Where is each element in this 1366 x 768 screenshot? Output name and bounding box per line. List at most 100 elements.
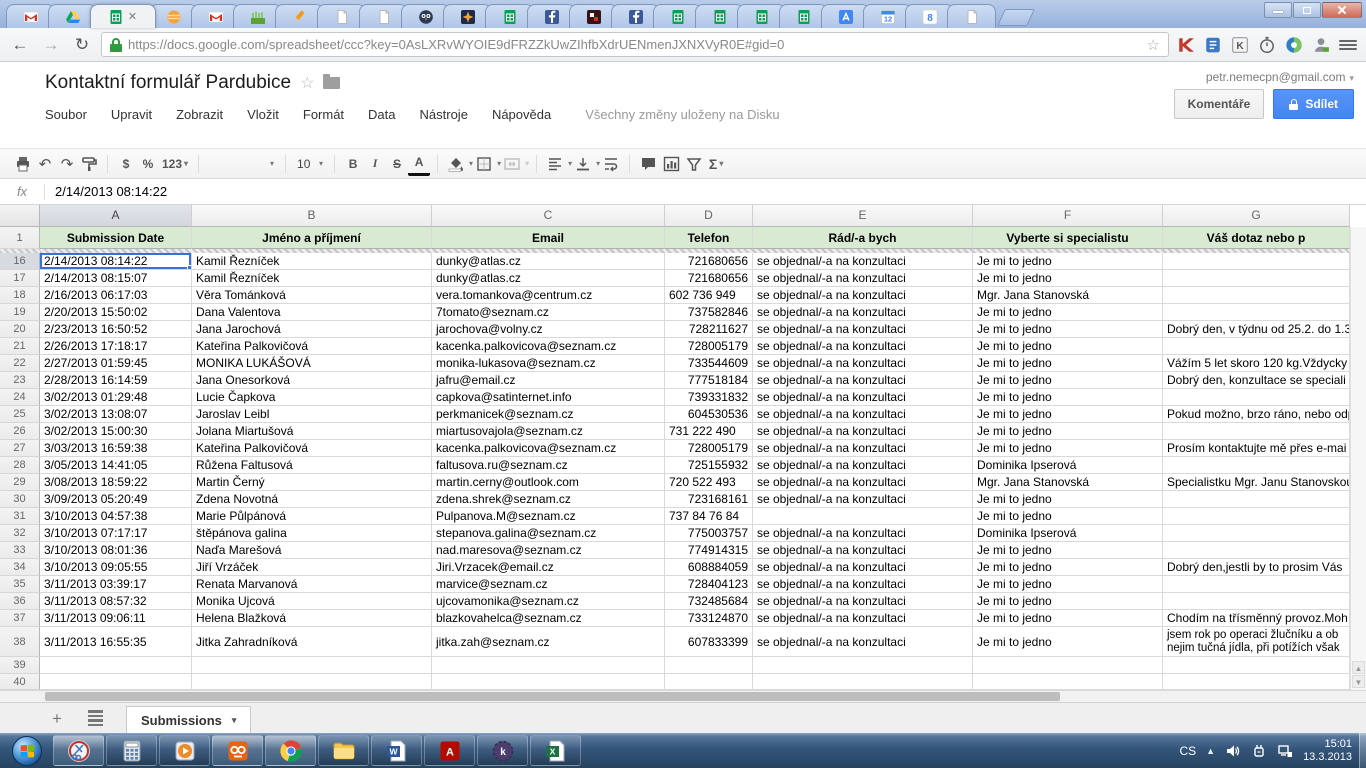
cell-f38[interactable]: Je mi to jedno <box>973 627 1163 657</box>
row-header-22[interactable]: 22 <box>0 355 40 372</box>
cell-a26[interactable]: 3/02/2013 15:00:30 <box>40 423 192 440</box>
forward-icon[interactable]: → <box>39 33 63 57</box>
row-header-36[interactable]: 36 <box>0 593 40 610</box>
cell-e20[interactable]: se objednal/-a na konzultaci <box>753 321 973 338</box>
cell-f34[interactable]: Je mi to jedno <box>973 559 1163 576</box>
cell-d35[interactable]: 728404123 <box>665 576 753 593</box>
cell-b34[interactable]: Jiří Vrzáček <box>192 559 432 576</box>
cell-a31[interactable]: 3/10/2013 04:57:38 <box>40 508 192 525</box>
cell-f19[interactable]: Je mi to jedno <box>973 304 1163 321</box>
taskbar-kapp-icon[interactable]: k <box>477 735 528 766</box>
new-tab-button[interactable] <box>997 9 1035 26</box>
cell-c17[interactable]: dunky@atlas.cz <box>432 270 665 287</box>
account-menu[interactable]: petr.nemecpn@gmail.com▾ <box>1206 70 1354 84</box>
cell-e18[interactable]: se objednal/-a na konzultaci <box>753 287 973 304</box>
menu-nástroje[interactable]: Nástroje <box>420 107 468 122</box>
cell-b18[interactable]: Věra Tománková <box>192 287 432 304</box>
cell-d29[interactable]: 720 522 493 <box>665 474 753 491</box>
cell-g17[interactable] <box>1163 270 1350 287</box>
cell-e38[interactable]: se objednal/-a na konzultaci <box>753 627 973 657</box>
cell-f33[interactable]: Je mi to jedno <box>973 542 1163 559</box>
header-cell[interactable]: Rád/-a bych <box>753 227 973 249</box>
cell-e39[interactable] <box>753 657 973 674</box>
url-bar[interactable]: https://docs.google.com/spreadsheet/ccc?… <box>101 32 1169 57</box>
cell-c24[interactable]: capkova@satinternet.info <box>432 389 665 406</box>
menu-soubor[interactable]: Soubor <box>45 107 87 122</box>
taskbar-chrome-icon[interactable] <box>265 735 316 766</box>
cell-f18[interactable]: Mgr. Jana Stanovská <box>973 287 1163 304</box>
cell-g33[interactable] <box>1163 542 1350 559</box>
cell-b38[interactable]: Jitka Zahradníková <box>192 627 432 657</box>
cell-c26[interactable]: miartusovajola@seznam.cz <box>432 423 665 440</box>
strikethrough-button[interactable]: S <box>386 152 408 176</box>
cell-f36[interactable]: Je mi to jedno <box>973 593 1163 610</box>
bold-button[interactable]: B <box>342 152 364 176</box>
cell-e26[interactable]: se objednal/-a na konzultaci <box>753 423 973 440</box>
cell-e17[interactable]: se objednal/-a na konzultaci <box>753 270 973 287</box>
document-title[interactable]: Kontaktní formulář Pardubice <box>45 72 291 94</box>
vertical-scrollbar[interactable]: ▲ ▼ <box>1350 227 1366 690</box>
cell-a32[interactable]: 3/10/2013 07:17:17 <box>40 525 192 542</box>
menu-nápověda[interactable]: Nápověda <box>492 107 551 122</box>
cell-b25[interactable]: Jaroslav Leibl <box>192 406 432 423</box>
cell-a37[interactable]: 3/11/2013 09:06:11 <box>40 610 192 627</box>
cell-c31[interactable]: Pulpanova.M@seznam.cz <box>432 508 665 525</box>
cell-c30[interactable]: zdena.shrek@seznam.cz <box>432 491 665 508</box>
cell-c18[interactable]: vera.tomankova@centrum.cz <box>432 287 665 304</box>
taskbar-capture-icon[interactable] <box>212 735 263 766</box>
scroll-down-icon[interactable]: ▼ <box>1352 675 1365 688</box>
add-sheet-button[interactable]: + <box>40 706 74 730</box>
cell-c40[interactable] <box>432 674 665 690</box>
row-header-18[interactable]: 18 <box>0 287 40 304</box>
cell-e19[interactable]: se objednal/-a na konzultaci <box>753 304 973 321</box>
cell-d37[interactable]: 733124870 <box>665 610 753 627</box>
menu-data[interactable]: Data <box>368 107 395 122</box>
header-cell[interactable]: Email <box>432 227 665 249</box>
cell-c37[interactable]: blazkovahelca@seznam.cz <box>432 610 665 627</box>
cell-a19[interactable]: 2/20/2013 15:50:02 <box>40 304 192 321</box>
cell-e29[interactable]: se objednal/-a na konzultaci <box>753 474 973 491</box>
volume-icon[interactable] <box>1225 743 1241 759</box>
cell-g37[interactable]: Chodím na třísměnný provoz.Moh <box>1163 610 1350 627</box>
header-cell[interactable]: Vyberte si specialistu <box>973 227 1163 249</box>
cell-c16[interactable]: dunky@atlas.cz <box>432 253 665 270</box>
language-indicator[interactable]: CS <box>1179 744 1196 758</box>
browser-tab[interactable] <box>947 4 996 28</box>
cell-c34[interactable]: Jiri.Vrzacek@email.cz <box>432 559 665 576</box>
row-header-27[interactable]: 27 <box>0 440 40 457</box>
cell-f35[interactable]: Je mi to jedno <box>973 576 1163 593</box>
cell-d36[interactable]: 732485684 <box>665 593 753 610</box>
cell-d33[interactable]: 774914315 <box>665 542 753 559</box>
cell-a30[interactable]: 3/09/2013 05:20:49 <box>40 491 192 508</box>
paint-format-icon[interactable] <box>78 152 100 176</box>
cell-g18[interactable] <box>1163 287 1350 304</box>
header-cell[interactable]: Submission Date <box>40 227 192 249</box>
sheet-tab-submissions[interactable]: Submissions▾ <box>126 706 251 733</box>
vertical-align-icon[interactable] <box>572 152 594 176</box>
cell-b17[interactable]: Kamil Řezníček <box>192 270 432 287</box>
cell-g20[interactable]: Dobrý den, v týdnu od 25.2. do 1.3 <box>1163 321 1350 338</box>
font-family-dropdown[interactable]: ▾ <box>206 154 278 174</box>
cell-f24[interactable]: Je mi to jedno <box>973 389 1163 406</box>
cell-b19[interactable]: Dana Valentova <box>192 304 432 321</box>
close-button[interactable] <box>1322 2 1362 18</box>
cell-a40[interactable] <box>40 674 192 690</box>
filter-icon[interactable] <box>683 152 705 176</box>
cell-a34[interactable]: 3/10/2013 09:05:55 <box>40 559 192 576</box>
cell-b26[interactable]: Jolana Miartušová <box>192 423 432 440</box>
header-cell[interactable]: Telefon <box>665 227 753 249</box>
cell-d31[interactable]: 737 84 76 84 <box>665 508 753 525</box>
bookmark-star-icon[interactable]: ☆ <box>1147 36 1160 54</box>
cell-c27[interactable]: kacenka.palkovicova@seznam.cz <box>432 440 665 457</box>
cell-b39[interactable] <box>192 657 432 674</box>
percent-format-button[interactable]: % <box>137 152 159 176</box>
cell-f25[interactable]: Je mi to jedno <box>973 406 1163 423</box>
cell-a28[interactable]: 3/05/2013 14:41:05 <box>40 457 192 474</box>
print-icon[interactable] <box>12 152 34 176</box>
cell-e30[interactable]: se objednal/-a na konzultaci <box>753 491 973 508</box>
cell-f16[interactable]: Je mi to jedno <box>973 253 1163 270</box>
menu-zobrazit[interactable]: Zobrazit <box>176 107 223 122</box>
cell-f17[interactable]: Je mi to jedno <box>973 270 1163 287</box>
cell-d39[interactable] <box>665 657 753 674</box>
comment-icon[interactable] <box>637 152 660 176</box>
